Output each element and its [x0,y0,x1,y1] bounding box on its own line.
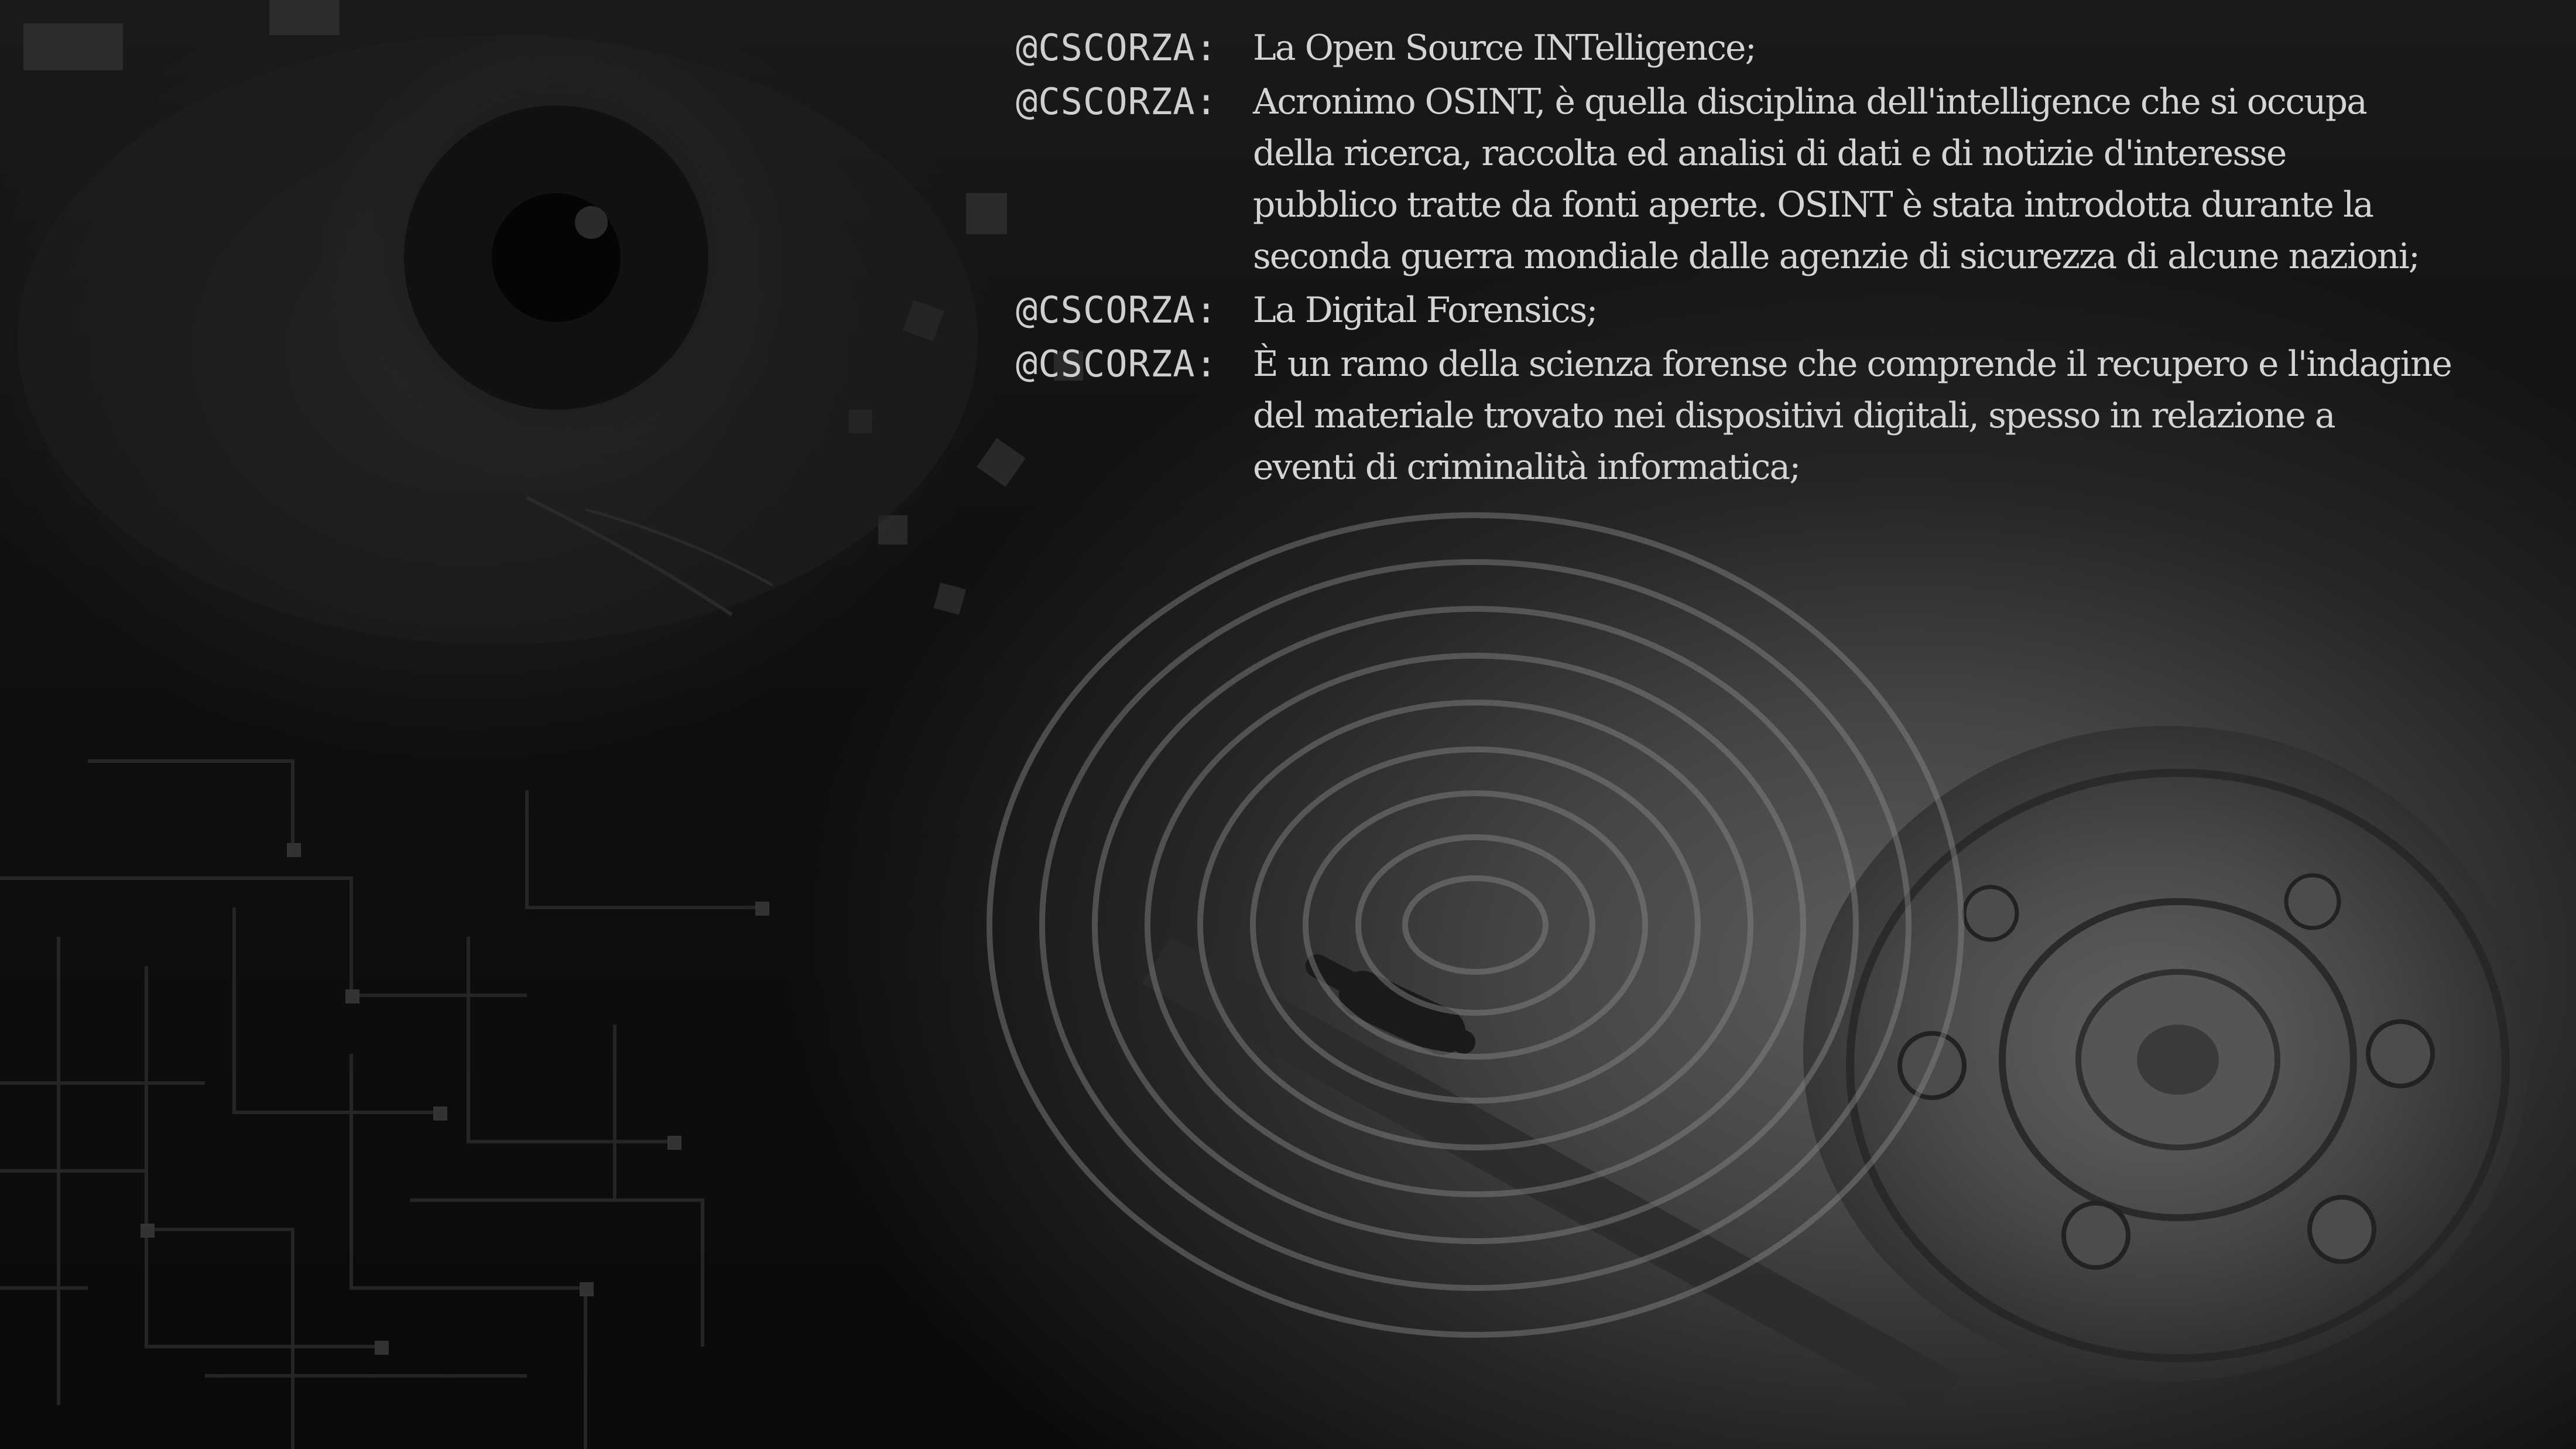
eye-icon [18,23,978,644]
user-prompt: @CSCORZA: [1016,80,1218,123]
terminal-entry: @CSCORZA: È un ramo della scienza forens… [1016,338,2550,493]
entry-message: La Open Source INTelligence; [1253,28,1757,68]
slide-canvas: @CSCORZA: La Open Source INTelligence; @… [0,0,2576,1449]
entry-message: Acronimo OSINT, è quella disciplina dell… [1253,81,2420,277]
user-prompt: @CSCORZA: [1016,26,1218,69]
user-prompt: @CSCORZA: [1016,289,1218,331]
terminal-entry: @CSCORZA: La Digital Forensics; [1016,285,2550,336]
fingerprint-icon [986,512,1964,1338]
terminal-log: @CSCORZA: La Open Source INTelligence; @… [1016,22,2550,495]
terminal-entry: @CSCORZA: Acronimo OSINT, è quella disci… [1016,76,2550,282]
terminal-entry: @CSCORZA: La Open Source INTelligence; [1016,22,2550,74]
user-prompt: @CSCORZA: [1016,342,1218,385]
entry-message: La Digital Forensics; [1253,290,1598,331]
entry-message: È un ramo della scienza forense che comp… [1253,344,2452,488]
